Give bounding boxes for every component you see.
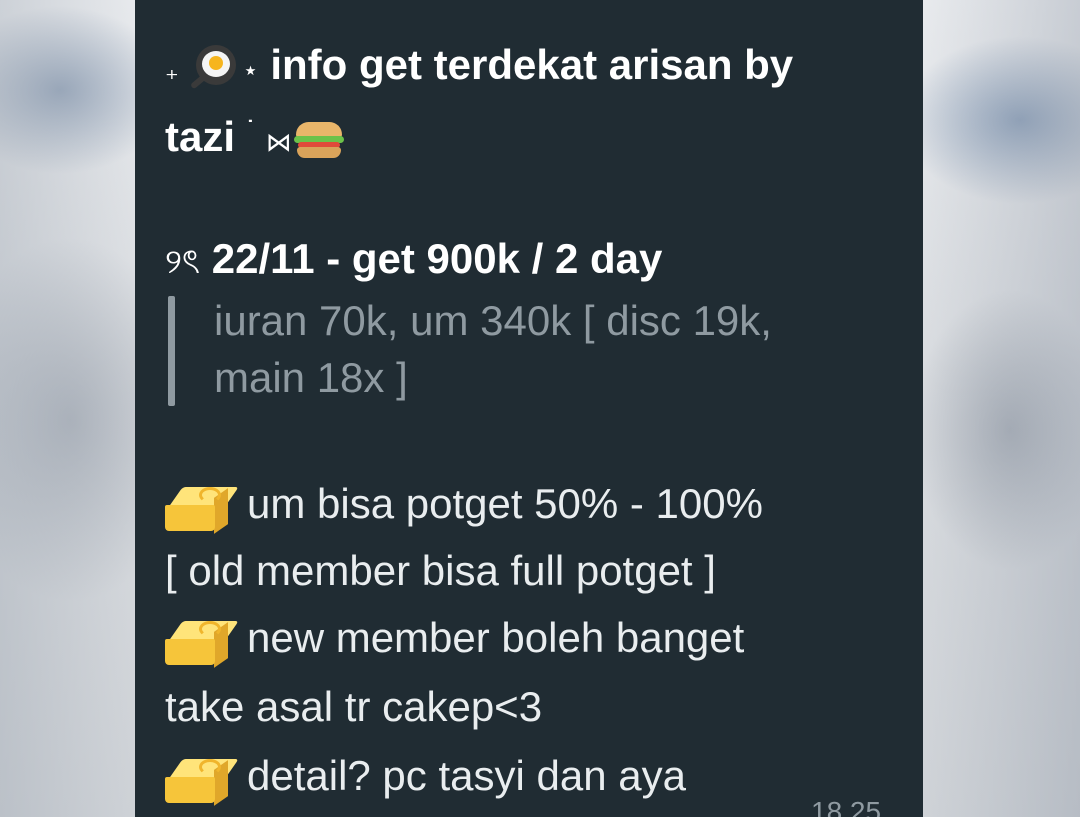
schedule-text: 22/11 - get 900k / 2 day xyxy=(211,235,663,282)
message-title-line-1: ₊ ⋆ info get terdekat arisan by xyxy=(165,40,793,95)
bullet-text: detail? pc tasyi dan aya xyxy=(247,752,686,799)
butter-icon xyxy=(165,615,239,668)
schedule-line: ୨ৎ 22/11 - get 900k / 2 day xyxy=(165,234,662,287)
dot-decoration: ˙ xyxy=(246,116,255,141)
quote-line-2: main 18x ] xyxy=(214,354,408,401)
fried-egg-pan-icon xyxy=(190,44,238,91)
bullet-item: detail? pc tasyi dan aya xyxy=(165,751,686,806)
quote-line-1: iuran 70k, um 340k [ disc 19k, xyxy=(214,297,772,344)
bow-decoration: ⋈ xyxy=(265,127,292,157)
bullet-continuation: take asal tr cakep<3 xyxy=(165,683,543,730)
title-text: info get terdekat arisan by xyxy=(270,41,794,88)
message-bubble[interactable]: ₊ ⋆ info get terdekat arisan by tazi ˙ ⋈… xyxy=(135,0,923,817)
bullet-item: um bisa potget 50% - 100% xyxy=(165,479,763,534)
author-name: tazi xyxy=(165,113,236,160)
message-title-line-2: tazi ˙ ⋈ xyxy=(165,104,344,167)
ribbon-symbol: ୨ৎ xyxy=(165,243,201,281)
bullet-text: um bisa potget 50% - 100% xyxy=(247,480,763,527)
butter-icon xyxy=(165,753,239,806)
quote-bar xyxy=(168,296,175,406)
bullet-continuation: [ old member bisa full potget ] xyxy=(165,547,716,594)
message-timestamp: 18.25 xyxy=(811,796,882,817)
star-decoration: ⋆ xyxy=(242,55,259,85)
plus-decoration: ₊ xyxy=(165,55,179,85)
sandwich-icon xyxy=(293,120,344,160)
butter-icon xyxy=(165,481,239,534)
bullet-text: new member boleh banget xyxy=(247,614,745,661)
bullet-item: new member boleh banget xyxy=(165,613,745,668)
